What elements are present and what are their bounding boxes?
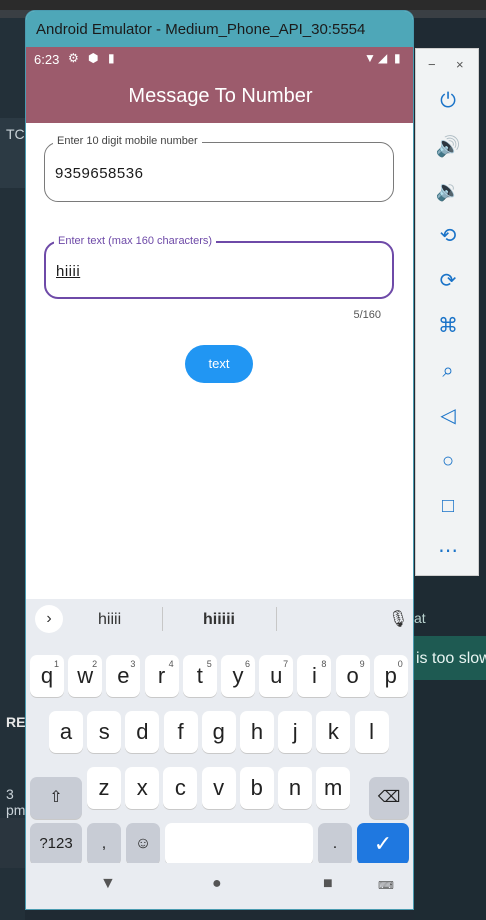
more-icon[interactable]: ⋯ (434, 537, 462, 565)
emoji-icon[interactable]: ☺ (126, 823, 160, 865)
back-icon[interactable]: ▼ (100, 875, 116, 893)
key-a[interactable]: a (49, 711, 83, 753)
desktop-left-background: TC READ 3 pm (0, 18, 46, 920)
window-title: Android Emulator - Medium_Phone_API_30:5… (26, 11, 413, 47)
keyboard-switch-icon[interactable]: ⌨ (378, 879, 394, 892)
shift-key[interactable]: ⇧ (30, 777, 82, 819)
minimize-icon[interactable]: − (428, 57, 436, 72)
status-time: 6:23 (34, 52, 60, 67)
microphone-icon[interactable]: 🎙 (388, 609, 408, 629)
phone-number-value[interactable]: 9359658536 (55, 165, 143, 182)
key-o[interactable]: o9 (335, 655, 370, 697)
wifi-icon: ▼ (364, 51, 376, 65)
phone-number-field[interactable]: Enter 10 digit mobile number 9359658536 (44, 135, 394, 202)
zoom-icon[interactable]: ⌕ (434, 357, 462, 385)
period-key[interactable]: . (318, 823, 352, 865)
key-hint: 6 (244, 659, 250, 669)
home-icon[interactable]: ○ (434, 447, 462, 475)
suggestion-item[interactable]: hiiiii (203, 611, 235, 629)
camera-icon[interactable]: ⌘ (434, 312, 462, 340)
key-b[interactable]: b (239, 767, 274, 809)
key-j[interactable]: j (278, 711, 313, 753)
volume-up-icon[interactable]: 🔊 (434, 133, 462, 161)
key-hint: 0 (397, 659, 403, 669)
background-chat-bubble: is too slow (414, 636, 486, 680)
rotate-right-icon[interactable]: ⟳ (434, 267, 462, 295)
character-counter: 5/160 (353, 309, 381, 321)
key-n[interactable]: n (278, 767, 312, 809)
comma-key[interactable]: , (87, 823, 121, 865)
divider (162, 607, 163, 631)
divider (276, 607, 277, 631)
android-nav-bar: ▼ ● ■ ⌨ (26, 863, 413, 909)
space-key[interactable] (165, 823, 313, 865)
soft-keyboard: › hiiii hiiiii 🎙 q1w2e3r4t5y6u7i8o9p0 as… (26, 599, 413, 909)
background-panel (0, 818, 25, 868)
key-u[interactable]: u7 (259, 655, 294, 697)
emulator-controls-panel: − × ⏻ 🔊 🔉 ⟲ ⟳ ⌘ ⌕ ◁ ○ □ ⋯ (415, 48, 479, 576)
suggestion-bar: › hiiii hiiiii 🎙 (26, 599, 413, 639)
background-text: TC (6, 126, 25, 142)
back-icon[interactable]: ◁ (434, 402, 462, 430)
close-icon[interactable]: × (456, 57, 464, 72)
key-t[interactable]: t5 (182, 655, 217, 697)
rotate-left-icon[interactable]: ⟲ (434, 222, 462, 250)
send-text-button[interactable]: text (185, 345, 253, 383)
home-icon[interactable]: ● (212, 875, 222, 893)
key-hint: 3 (130, 659, 136, 669)
key-hint: 1 (53, 659, 59, 669)
key-y[interactable]: y6 (221, 655, 255, 697)
key-x[interactable]: x (125, 767, 160, 809)
sim-card-icon: ▮ (108, 51, 115, 65)
background-text: is too slow (416, 650, 486, 667)
chevron-right-icon[interactable]: › (35, 605, 63, 633)
battery-icon: ▮ (394, 51, 401, 65)
key-hint: 4 (168, 659, 174, 669)
key-hint: 7 (283, 659, 289, 669)
key-g[interactable]: g (201, 711, 236, 753)
overview-icon[interactable]: □ (434, 492, 462, 520)
key-i[interactable]: i8 (297, 655, 332, 697)
key-hint: 9 (359, 659, 365, 669)
key-c[interactable]: c (163, 767, 198, 809)
key-l[interactable]: l (354, 711, 389, 753)
signal-icon: ◢ (378, 51, 388, 65)
desktop-top-bar (0, 0, 486, 10)
phone-number-label: Enter 10 digit mobile number (53, 135, 202, 147)
status-bar: 6:23 ⚙ ⬢ ▮ ▼ ◢ ▮ (26, 47, 413, 73)
message-text-value[interactable]: hiiii (56, 263, 80, 280)
key-p[interactable]: p0 (373, 655, 408, 697)
key-hint: 2 (92, 659, 98, 669)
volume-down-icon[interactable]: 🔉 (434, 177, 462, 205)
settings-icon: ⚙ (68, 51, 79, 65)
background-text: at (414, 610, 426, 626)
key-s[interactable]: s (87, 711, 122, 753)
suggestion-item[interactable]: hiiii (98, 611, 121, 629)
key-d[interactable]: d (125, 711, 160, 753)
key-hint: 8 (321, 659, 327, 669)
key-e[interactable]: e3 (106, 655, 141, 697)
key-z[interactable]: z (87, 767, 121, 809)
enter-check-icon[interactable]: ✓ (357, 823, 409, 865)
key-w[interactable]: w2 (68, 655, 103, 697)
key-h[interactable]: h (240, 711, 274, 753)
key-hint: 5 (206, 659, 212, 669)
overview-icon[interactable]: ■ (323, 875, 333, 893)
shield-icon: ⬢ (88, 51, 99, 65)
message-text-label: Enter text (max 160 characters) (54, 235, 217, 247)
app-bar-title: Message To Number (26, 73, 413, 123)
desktop-right-background: at is too slow (414, 576, 486, 920)
power-icon[interactable]: ⏻ (434, 87, 462, 115)
key-f[interactable]: f (163, 711, 198, 753)
key-m[interactable]: m (316, 767, 351, 809)
symbols-key[interactable]: ?123 (30, 823, 82, 865)
backspace-key[interactable]: ⌫ (369, 777, 409, 819)
background-text: 3 pm (6, 786, 26, 818)
key-r[interactable]: r4 (144, 655, 179, 697)
key-v[interactable]: v (201, 767, 236, 809)
key-q[interactable]: q1 (30, 655, 64, 697)
key-k[interactable]: k (316, 711, 351, 753)
emulator-window: Android Emulator - Medium_Phone_API_30:5… (25, 10, 414, 910)
message-text-field[interactable]: Enter text (max 160 characters) hiiii (44, 235, 394, 299)
